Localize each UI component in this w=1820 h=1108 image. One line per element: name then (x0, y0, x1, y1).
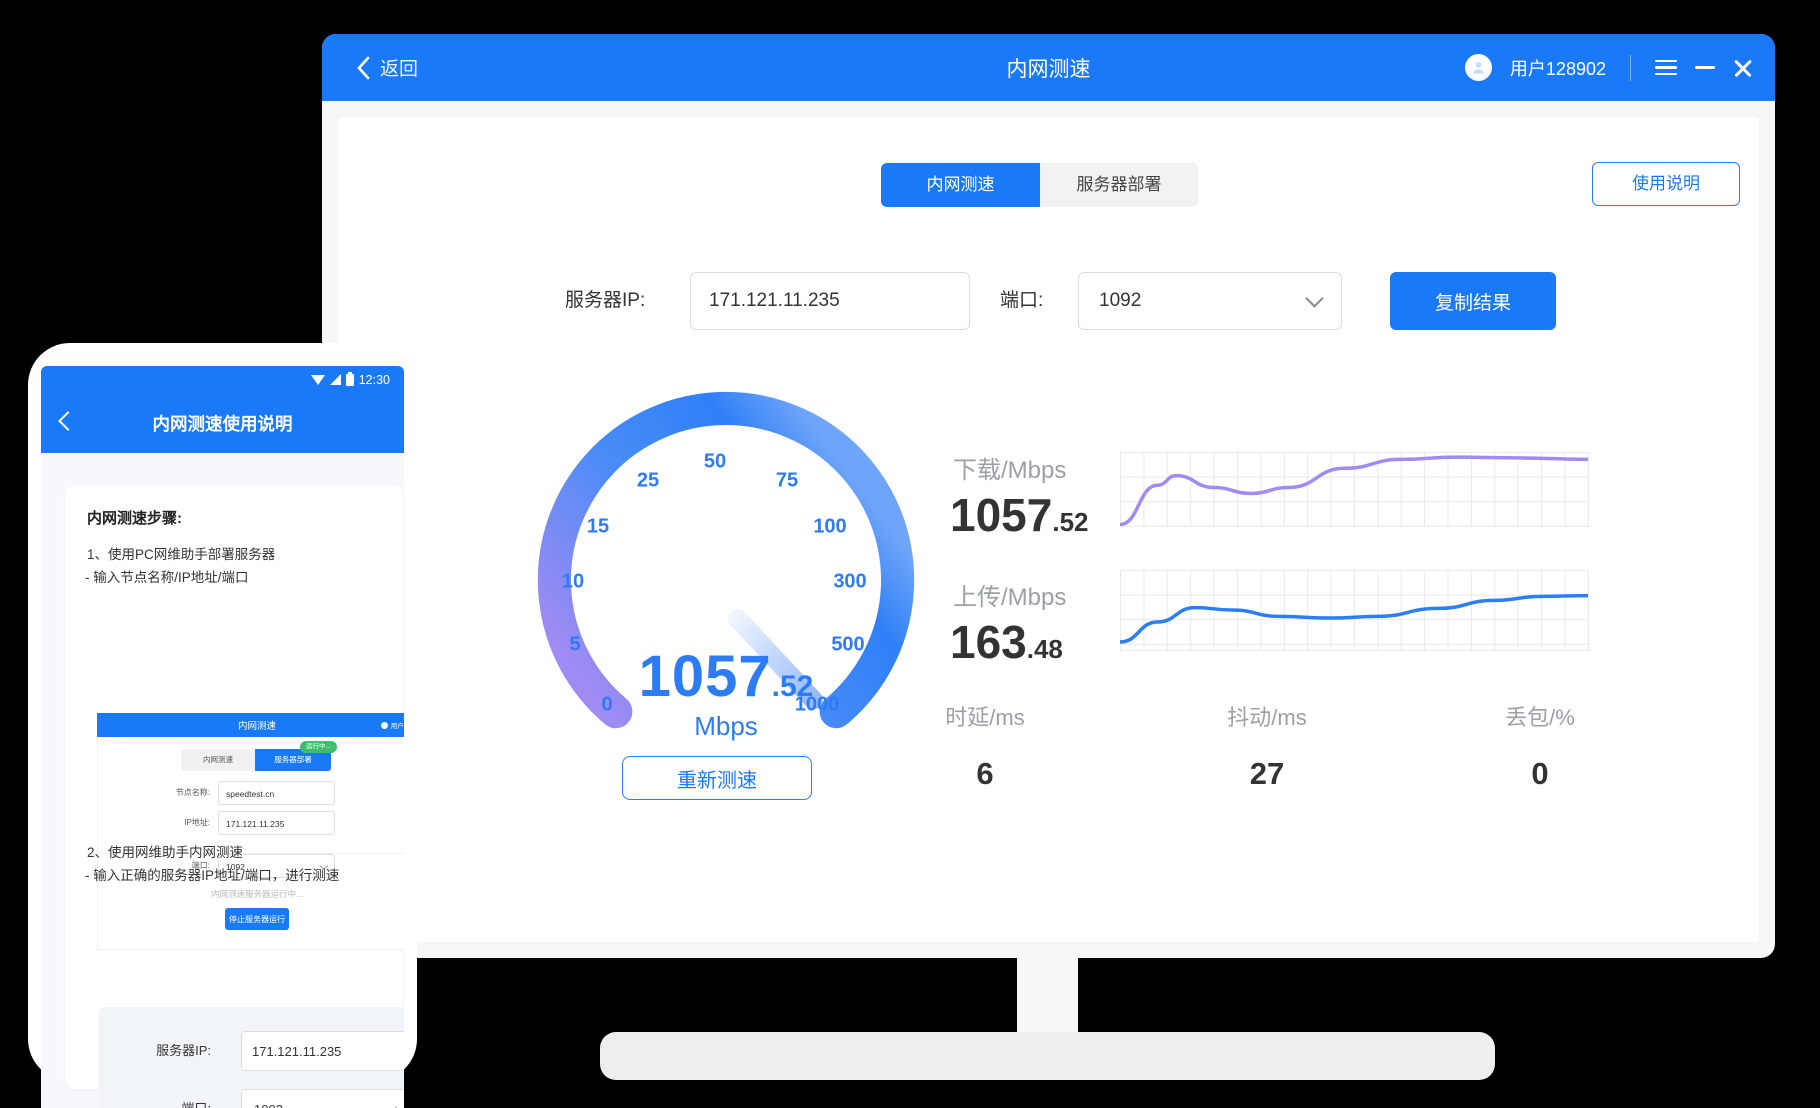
download-value: 1057.52 (950, 488, 1089, 542)
step1-line2: - 输入节点名称/IP地址/端口 (85, 566, 249, 586)
phone-mockup: 12:30 内网测速使用说明 内网测速步骤: 1、使用PC网维助手部署服务器 -… (28, 343, 417, 1081)
mini-tab-speedtest: 内网测速 (181, 749, 255, 771)
mini-user: 用户12 (381, 720, 404, 730)
port-value: 1092 (1099, 290, 1141, 312)
running-badge: 运行中... (300, 741, 337, 753)
phone-server-ip-label: 服务器IP: (111, 1031, 211, 1071)
close-button[interactable] (1733, 58, 1753, 78)
header-divider (1630, 55, 1631, 81)
desktop-background: 返回 内网测速 用户128902 内网测速 服务器部署 使用说明 (0, 0, 1820, 1108)
mini-ip-input: 171.121.11.235 (218, 811, 335, 835)
phone-status-bar: 12:30 (41, 366, 404, 393)
gauge-unit: Mbps (531, 711, 921, 742)
phone-screen: 12:30 内网测速使用说明 内网测速步骤: 1、使用PC网维助手部署服务器 -… (41, 366, 404, 1108)
clock-label: 12:30 (359, 373, 390, 387)
upload-chart (1120, 570, 1589, 651)
mini-window-title: 内网测速 (97, 718, 404, 732)
tab-intranet-speedtest[interactable]: 内网测速 (881, 163, 1040, 207)
packet-loss-stat: 丢包/% 0 (1460, 700, 1620, 792)
step1-line1: 1、使用PC网维助手部署服务器 (87, 543, 275, 563)
minimize-button[interactable] (1695, 66, 1715, 69)
download-chart (1120, 452, 1589, 527)
mini-running-text: 内网测速服务器运行中... (98, 888, 404, 900)
mini-ip-label: IP地址: (150, 811, 210, 835)
mini-stop-button: 停止服务器运行 (225, 908, 289, 930)
chevron-down-icon (395, 1101, 404, 1108)
user-avatar[interactable] (1465, 54, 1492, 81)
upload-label: 上传/Mbps (953, 577, 1066, 612)
instruction-card: 内网测速步骤: 1、使用PC网维助手部署服务器 - 输入节点名称/IP地址/端口… (65, 485, 403, 1089)
phone-nav-bar: 内网测速使用说明 (41, 393, 404, 453)
monitor-stand-base (600, 1032, 1495, 1080)
chevron-down-icon (1305, 289, 1323, 307)
phone-nav-title: 内网测速使用说明 (41, 411, 404, 436)
server-ip-input[interactable] (690, 272, 970, 330)
gauge-tick: 10 (562, 571, 584, 594)
download-label: 下载/Mbps (953, 450, 1066, 485)
jitter-stat: 抖动/ms 27 (1187, 700, 1347, 792)
username-label: 用户128902 (1510, 55, 1606, 81)
menu-button[interactable] (1655, 60, 1677, 76)
phone-port-select[interactable]: 1092 (241, 1089, 404, 1108)
port-label: 端口: (1000, 272, 1043, 330)
signal-icon (330, 374, 341, 385)
mini-avatar (381, 722, 388, 729)
port-select[interactable]: 1092 (1078, 272, 1342, 330)
latency-stat: 时延/ms 6 (905, 700, 1065, 792)
wifi-icon (311, 375, 325, 385)
phone-server-ip-input[interactable] (241, 1031, 404, 1071)
phone-port-label: 端口: (111, 1089, 211, 1108)
gauge-tick: 25 (637, 470, 659, 493)
mini-node-name-label: 节点名称: (150, 781, 210, 805)
mini-node-name-input: speedtest.cn (218, 781, 335, 805)
mini-screenshot: 内网测速 用户12 内网测速 服务器部署 运行中... 节点名称: speedt… (97, 713, 404, 950)
speed-gauge: 0 5 10 15 25 50 75 100 300 500 1000 1057… (531, 385, 921, 775)
gauge-tick: 75 (776, 470, 798, 493)
monitor-stand-stem (1017, 956, 1078, 1038)
retest-button[interactable]: 重新测速 (622, 756, 812, 800)
copy-result-button[interactable]: 复制结果 (1390, 272, 1556, 330)
help-button[interactable]: 使用说明 (1592, 162, 1740, 206)
upload-value: 163.48 (950, 615, 1063, 669)
gauge-tick: 15 (587, 516, 609, 539)
step2-line2: - 输入正确的服务器IP地址/端口，进行测速 (85, 864, 339, 884)
window-header: 返回 内网测速 用户128902 (322, 34, 1775, 101)
step2-line1: 2、使用网维助手内网测速 (87, 841, 243, 861)
person-icon (1470, 59, 1487, 76)
tab-server-deploy[interactable]: 服务器部署 (1040, 163, 1198, 207)
gauge-tick: 50 (704, 451, 726, 474)
gauge-tick: 300 (833, 571, 866, 594)
phone-speedtest-form: 服务器IP: 端口: 1092 测速 (99, 1007, 404, 1108)
server-ip-label: 服务器IP: (565, 272, 645, 330)
phone-port-value: 1092 (254, 1102, 283, 1108)
steps-title: 内网测速步骤: (87, 507, 182, 528)
battery-icon (346, 374, 354, 386)
mini-window-header: 内网测速 用户12 (97, 713, 404, 737)
gauge-value: 1057.52 (531, 643, 921, 710)
gauge-tick: 100 (813, 516, 846, 539)
